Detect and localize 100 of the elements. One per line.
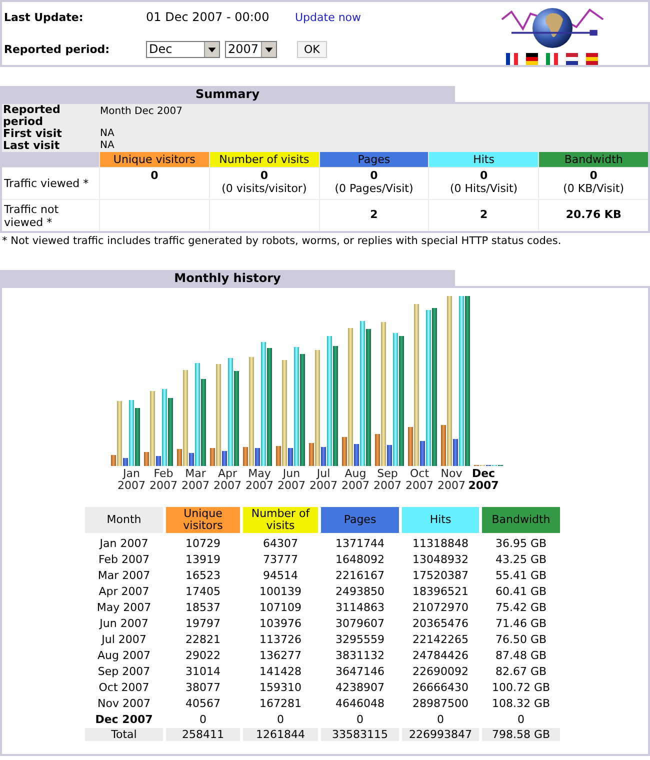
total-label: Total [85, 728, 163, 741]
column-header: Unique visitors [166, 507, 240, 533]
table-cell: 2 [320, 200, 428, 231]
table-cell-text: 3831132 [334, 648, 386, 664]
table-cell-text: 3647146 [334, 664, 386, 680]
table-cell-text: 17405 [184, 584, 222, 600]
table-cell-text: 2493850 [334, 584, 386, 600]
table-cell-text: 38077 [184, 680, 222, 696]
chart-month-label: Sep 2007 [372, 468, 402, 492]
table-cell-text: 87.48 GB [494, 648, 548, 664]
table-cell-text: 141428 [258, 664, 302, 680]
table-cell-text: 13919 [184, 552, 222, 568]
chart-month-label: Jul 2007 [308, 468, 338, 492]
chart-month-label: May 2007 [244, 468, 274, 492]
table-cell-text: 22690092 [412, 664, 470, 680]
table-cell-text: 0 [276, 712, 285, 728]
table-cell-text: 11318848 [412, 536, 470, 552]
table-cell-text: 55.41 GB [494, 568, 548, 584]
update-now-link[interactable]: Update now [295, 10, 362, 24]
table-cell-text: 100139 [258, 584, 302, 600]
flag-icon[interactable] [506, 53, 518, 65]
info-value: NA [100, 128, 114, 140]
table-cell-text: 100.72 GB [490, 680, 552, 696]
table-cell-text: 36.95 GB [494, 536, 548, 552]
row-label: Traffic not viewed * [2, 200, 99, 231]
table-cell-text: 28987500 [412, 696, 470, 712]
month-cell-text: Oct 2007 [98, 680, 150, 696]
table-cell-text: 4238907 [334, 680, 386, 696]
table-cell-text: 113726 [258, 632, 302, 648]
table-cell-text: 60.41 GB [494, 584, 548, 600]
table-cell-text: 82.67 GB [494, 664, 548, 680]
chart-month-label: Apr 2007 [212, 468, 242, 492]
table-cell-text: 18396521 [412, 584, 470, 600]
ok-button[interactable]: OK [297, 40, 327, 58]
table-cell-text: 22821 [184, 632, 222, 648]
table-cell-text: 71.46 GB [494, 616, 548, 632]
chart-month-label: Jun 2007 [276, 468, 306, 492]
table-cell: 0 (0 KB/Visit) [539, 168, 648, 199]
total-cell: 1261844 [243, 728, 318, 741]
chart-month-label: Feb 2007 [148, 468, 178, 492]
column-header: Number of visits [243, 507, 318, 533]
table-cell: 0 (0 visits/visitor) [210, 168, 319, 199]
section-title: Summary [0, 86, 455, 102]
month-cell-text: Mar 2007 [96, 568, 152, 584]
column-header: Hits [429, 152, 538, 167]
table-cell-text: 10729 [184, 536, 222, 552]
table-cell-text: 17520387 [412, 568, 470, 584]
table-cell-text: 18537 [184, 600, 222, 616]
table-cell-text: 16523 [184, 568, 222, 584]
table-cell-text: 159310 [258, 680, 302, 696]
month-cell-text: Jan 2007 [98, 536, 150, 552]
month-cell-text: Feb 2007 [98, 552, 150, 568]
chart-month-label: Jan 2007 [116, 468, 146, 492]
table-cell-text: 13048932 [412, 552, 470, 568]
year-select[interactable]: 2007 [225, 40, 277, 58]
table-cell-text: 107109 [258, 600, 302, 616]
table-cell-text: 26666430 [412, 680, 470, 696]
chart-month-label: Mar 2007 [180, 468, 210, 492]
last-update-value: 01 Dec 2007 - 00:00 [146, 10, 270, 24]
table-cell: 20.76 KB [539, 200, 648, 231]
table-cell-text: 1371744 [334, 536, 386, 552]
section-title: Monthly history [0, 270, 455, 286]
table-cell-text: 21072970 [412, 600, 470, 616]
column-header: Bandwidth [539, 152, 648, 167]
column-header: Pages [320, 152, 428, 167]
table-cell-text: 3114863 [334, 600, 386, 616]
table-cell-text: 4646048 [334, 696, 386, 712]
table-cell-text: 1648092 [334, 552, 386, 568]
info-label: Reported period [2, 104, 62, 128]
chart-month-label: Aug 2007 [340, 468, 370, 492]
table-cell-text: 43.25 GB [494, 552, 548, 568]
column-header: Hits [402, 507, 479, 533]
table-cell-text: 0 [436, 712, 445, 728]
month-select[interactable]: Dec [146, 40, 220, 58]
flag-icon[interactable] [526, 53, 538, 65]
table-cell: 2 [429, 200, 538, 231]
table-cell: 0 [100, 168, 209, 199]
month-cell-text: May 2007 [96, 600, 152, 616]
row-label: Traffic viewed * [2, 168, 99, 199]
table-cell-text: 22142265 [412, 632, 470, 648]
table-cell-text: 24784426 [412, 648, 470, 664]
total-cell: 258411 [166, 728, 240, 741]
column-header: Month [85, 507, 163, 533]
total-cell: 798.58 GB [482, 728, 560, 741]
table-cell-text: 40567 [184, 696, 222, 712]
table-cell-text: 73777 [262, 552, 299, 568]
info-value: Month Dec 2007 [100, 105, 182, 119]
chart-month-label: Nov 2007 [436, 468, 466, 492]
table-cell: 0 (0 Hits/Visit) [429, 168, 538, 199]
flag-icon[interactable] [566, 53, 578, 65]
column-header: Bandwidth [482, 507, 560, 533]
total-cell: 33583115 [321, 728, 399, 741]
table-cell: 0 (0 Pages/Visit) [320, 168, 428, 199]
table-cell-text: 20365476 [412, 616, 470, 632]
table-cell-text: 0 [516, 712, 526, 728]
table-cell-text: 19797 [184, 616, 222, 632]
table-cell-text: 167281 [258, 696, 302, 712]
table-cell-text: 103976 [258, 616, 302, 632]
info-label: Last visit [2, 140, 61, 152]
globe-logo-icon [500, 6, 604, 50]
